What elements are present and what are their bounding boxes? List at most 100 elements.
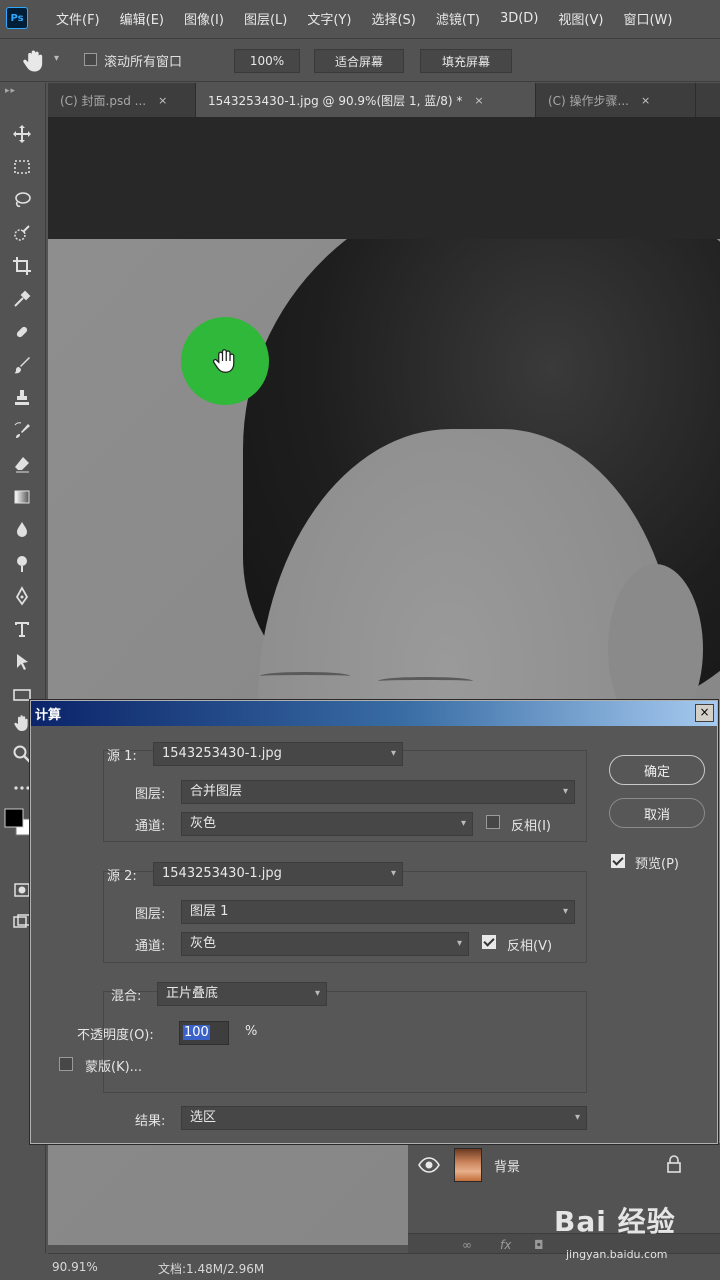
- blur-icon[interactable]: [9, 517, 35, 543]
- tab-cover-psd[interactable]: (C) 封面.psd ... ×: [48, 83, 196, 117]
- preview-checkbox[interactable]: [611, 854, 625, 868]
- tab-active-document[interactable]: 1543253430-1.jpg @ 90.9%(图层 1, 蓝/8) * ×: [196, 83, 536, 117]
- layer-name: 背景: [494, 1160, 521, 1175]
- close-icon[interactable]: ×: [641, 94, 650, 107]
- menu-3d[interactable]: 3D(D): [500, 11, 538, 26]
- source1-file-select[interactable]: 1543253430-1.jpg ▾: [153, 742, 403, 766]
- chevron-down-icon: ▾: [390, 748, 396, 759]
- menu-layer[interactable]: 图层(L): [244, 9, 287, 28]
- dialog-titlebar[interactable]: 计算 ×: [31, 701, 717, 726]
- tab-label: (C) 操作步骤...: [548, 93, 630, 108]
- opacity-label: 不透明度(O):: [77, 1028, 154, 1043]
- gradient-icon[interactable]: [9, 484, 35, 510]
- options-bar: ▾ 滚动所有窗口 100% 适合屏幕 填充屏幕: [0, 38, 720, 82]
- fill-screen-button[interactable]: 填充屏幕: [420, 49, 512, 73]
- source1-invert-checkbox[interactable]: [486, 815, 500, 829]
- preview-label: 预览(P): [635, 857, 679, 872]
- menu-view[interactable]: 视图(V): [558, 9, 603, 28]
- menu-file[interactable]: 文件(F): [56, 9, 100, 28]
- chevron-down-icon[interactable]: ▾: [54, 53, 59, 64]
- document-tab-bar: (C) 封面.psd ... × 1543253430-1.jpg @ 90.9…: [48, 83, 720, 117]
- photo-brow: [378, 677, 473, 685]
- chevron-down-icon: ▾: [562, 786, 568, 797]
- select-value: 灰色: [190, 936, 217, 951]
- blend-group: [103, 991, 587, 1093]
- source2-channel-select[interactable]: 灰色 ▾: [181, 932, 469, 956]
- source1-layer-label: 图层:: [135, 787, 166, 802]
- menu-image[interactable]: 图像(I): [184, 9, 224, 28]
- close-icon[interactable]: ×: [474, 94, 483, 107]
- scroll-all-windows-checkbox[interactable]: [84, 53, 97, 66]
- path-select-icon[interactable]: [9, 649, 35, 675]
- select-value: 1543253430-1.jpg: [162, 866, 282, 881]
- close-icon[interactable]: ×: [695, 704, 714, 722]
- eyedropper-icon[interactable]: [9, 286, 35, 312]
- hand-cursor-indicator-icon: [181, 317, 269, 405]
- select-value: 图层 1: [190, 904, 229, 919]
- menu-filter[interactable]: 滤镜(T): [436, 9, 480, 28]
- chevron-down-icon: ▾: [460, 818, 466, 829]
- photoshop-logo-icon: Ps: [6, 7, 28, 29]
- type-icon[interactable]: [9, 616, 35, 642]
- select-value: 1543253430-1.jpg: [162, 746, 282, 761]
- source1-channel-label: 通道:: [135, 819, 166, 834]
- menu-edit[interactable]: 编辑(E): [120, 9, 164, 28]
- chevron-down-icon: ▾: [314, 988, 320, 999]
- zoom-100-button[interactable]: 100%: [234, 49, 300, 73]
- menu-type[interactable]: 文字(Y): [307, 9, 351, 28]
- cancel-button[interactable]: 取消: [609, 798, 705, 828]
- status-zoom-level[interactable]: 90.91%: [52, 1260, 98, 1274]
- source2-layer-select[interactable]: 图层 1 ▾: [181, 900, 575, 924]
- dodge-icon[interactable]: [9, 550, 35, 576]
- opacity-value: 100: [183, 1025, 210, 1040]
- result-select[interactable]: 选区 ▾: [181, 1106, 587, 1130]
- close-icon[interactable]: ×: [158, 94, 167, 107]
- healing-brush-icon[interactable]: [9, 319, 35, 345]
- source1-layer-select[interactable]: 合并图层 ▾: [181, 780, 575, 804]
- source1-invert-label: 反相(I): [511, 819, 551, 834]
- add-mask-icon[interactable]: ◘: [534, 1238, 544, 1252]
- lasso-icon[interactable]: [9, 187, 35, 213]
- dialog-title: 计算: [35, 708, 62, 723]
- pen-icon[interactable]: [9, 583, 35, 609]
- source1-label: 源 1:: [107, 749, 137, 764]
- menu-select[interactable]: 选择(S): [371, 9, 415, 28]
- move-icon[interactable]: [9, 121, 35, 147]
- watermark-logo: Bai 经验: [554, 1205, 676, 1238]
- marquee-icon[interactable]: [9, 154, 35, 180]
- link-layers-icon[interactable]: ∞: [462, 1238, 472, 1252]
- eye-icon[interactable]: [418, 1155, 440, 1175]
- mask-label: 蒙版(K)...: [85, 1060, 143, 1075]
- quick-select-icon[interactable]: [9, 220, 35, 246]
- crop-icon[interactable]: [9, 253, 35, 279]
- source2-channel-label: 通道:: [135, 939, 166, 954]
- hand-tool-preset-icon[interactable]: [20, 47, 48, 75]
- select-value: 选区: [190, 1110, 217, 1125]
- source1-channel-select[interactable]: 灰色 ▾: [181, 812, 473, 836]
- stamp-icon[interactable]: [9, 385, 35, 411]
- lock-icon[interactable]: [666, 1155, 682, 1173]
- opacity-input[interactable]: 100: [179, 1021, 229, 1045]
- panel-grip-icon[interactable]: ▸▸: [5, 86, 16, 96]
- brush-icon[interactable]: [9, 352, 35, 378]
- select-value: 正片叠底: [166, 986, 219, 1001]
- blend-mode-select[interactable]: 正片叠底 ▾: [157, 982, 327, 1006]
- calculations-dialog: 计算 × 源 1: 1543253430-1.jpg ▾ 图层: 合并图层 ▾ 通道…: [30, 700, 718, 1144]
- source2-invert-checkbox[interactable]: [482, 935, 496, 949]
- result-label: 结果:: [135, 1114, 166, 1129]
- history-brush-icon[interactable]: [9, 418, 35, 444]
- source2-invert-label: 反相(V): [507, 939, 553, 954]
- eraser-icon[interactable]: [9, 451, 35, 477]
- layer-row-background[interactable]: 背景: [408, 1143, 720, 1187]
- source2-file-select[interactable]: 1543253430-1.jpg ▾: [153, 862, 403, 886]
- watermark: Bai 经验 jingyan.baidu.com: [548, 1198, 718, 1274]
- ok-button[interactable]: 确定: [609, 755, 705, 785]
- fit-screen-button[interactable]: 适合屏幕: [314, 49, 404, 73]
- tab-steps[interactable]: (C) 操作步骤... ×: [536, 83, 696, 117]
- status-document-size: 文档:1.48M/2.96M: [158, 1262, 265, 1276]
- mask-checkbox[interactable]: [59, 1057, 73, 1071]
- photo-brow: [260, 672, 350, 680]
- layer-effects-icon[interactable]: fx: [500, 1238, 511, 1252]
- scroll-all-windows-label: 滚动所有窗口: [104, 55, 183, 70]
- menu-window[interactable]: 窗口(W): [623, 9, 672, 28]
